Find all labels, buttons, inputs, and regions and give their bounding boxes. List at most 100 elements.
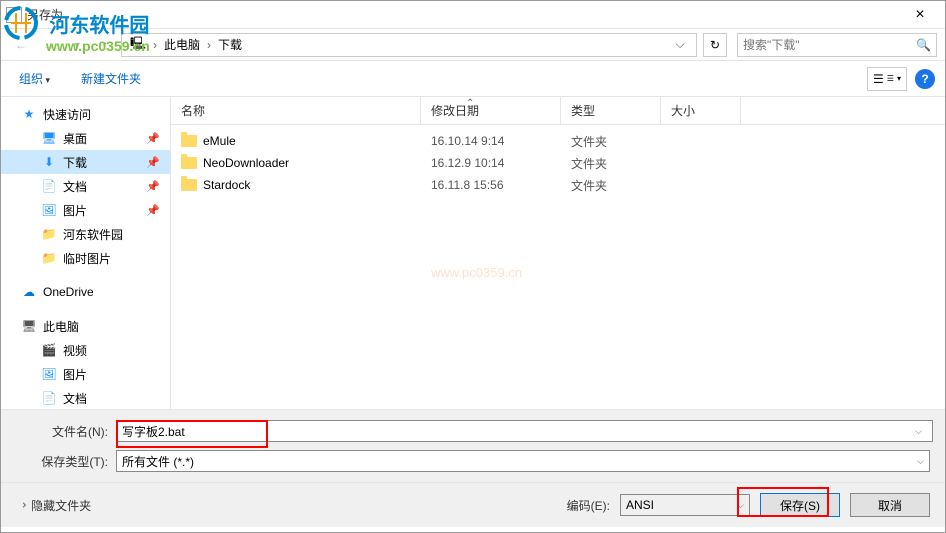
sidebar-docs2[interactable]: 📄 文档 [1, 386, 170, 409]
new-folder-button[interactable]: 新建文件夹 [73, 66, 149, 91]
sidebar-documents[interactable]: 📄 文档 📌 [1, 174, 170, 198]
sidebar-hedong[interactable]: 📁 河东软件园 [1, 222, 170, 246]
sidebar: ★ 快速访问 🖥 桌面 📌 ⬇ 下载 📌 📄 文档 📌 🖼 图片 📌 📁 河东软… [1, 97, 171, 409]
file-list-header: 名称 ⌃ 修改日期 类型 大小 [171, 97, 945, 125]
filetype-select[interactable]: 所有文件 (*.*) ⌵ [116, 450, 930, 472]
refresh-button[interactable]: ↻ [703, 33, 727, 57]
file-list-area: 名称 ⌃ 修改日期 类型 大小 eMule 16.10.14 9:14 文件夹 … [171, 97, 945, 409]
sidebar-onedrive[interactable]: ☁ OneDrive [1, 280, 170, 304]
sidebar-item-label: 桌面 [63, 130, 87, 147]
dropdown-icon: ⌵ [737, 500, 744, 511]
breadcrumb-downloads[interactable]: 下载 [215, 36, 245, 53]
sidebar-item-label: 快速访问 [43, 106, 91, 123]
file-name: Stardock [203, 178, 250, 192]
sidebar-quick-access[interactable]: ★ 快速访问 [1, 102, 170, 126]
sidebar-item-label: 文档 [63, 390, 87, 407]
help-button[interactable]: ? [915, 69, 935, 89]
encoding-label: 编码(E): [567, 497, 610, 514]
sidebar-pics2[interactable]: 🖼 图片 [1, 362, 170, 386]
file-date: 16.10.14 9:14 [421, 134, 561, 148]
cancel-button[interactable]: 取消 [850, 493, 930, 517]
search-input[interactable] [743, 38, 916, 52]
sidebar-thispc[interactable]: 🖥 此电脑 [1, 314, 170, 338]
pin-icon: 📌 [146, 204, 160, 217]
sidebar-pictures[interactable]: 🖼 图片 📌 [1, 198, 170, 222]
folder-icon: 📁 [41, 226, 57, 242]
close-button[interactable]: × [900, 2, 940, 28]
column-date[interactable]: 修改日期 [421, 97, 561, 124]
nav-up-button[interactable]: ↑ [93, 33, 117, 57]
save-button[interactable]: 保存(S) [760, 493, 840, 517]
breadcrumb-dropdown[interactable]: ⌵ [669, 34, 691, 56]
sidebar-item-label: 河东软件园 [63, 226, 123, 243]
column-size[interactable]: 大小 [661, 97, 741, 124]
encoding-value: ANSI [626, 498, 654, 512]
pin-icon: 📌 [146, 156, 160, 169]
encoding-select[interactable]: ANSI ⌵ [620, 494, 750, 516]
star-icon: ★ [21, 106, 37, 122]
desktop-icon: 🖥 [41, 130, 57, 146]
sidebar-downloads[interactable]: ⬇ 下载 📌 [1, 150, 170, 174]
document-icon: 📄 [41, 178, 57, 194]
sidebar-temppics[interactable]: 📁 临时图片 [1, 246, 170, 270]
dropdown-icon[interactable]: ⌵ [915, 426, 922, 437]
file-name: eMule [203, 134, 236, 148]
nav-back-button[interactable]: ← [9, 33, 33, 57]
file-date: 16.11.8 15:56 [421, 178, 561, 192]
file-date: 16.12.9 10:14 [421, 156, 561, 170]
sidebar-item-label: 此电脑 [43, 318, 79, 335]
titlebar: 另存为 × [1, 1, 945, 29]
toolbar: 组织 新建文件夹 ☰☰▾ ? [1, 61, 945, 97]
search-icon[interactable]: 🔍 [916, 38, 931, 52]
filetype-value: 所有文件 (*.*) [122, 453, 194, 470]
folder-icon [181, 179, 197, 191]
list-item[interactable]: NeoDownloader 16.12.9 10:14 文件夹 [171, 152, 945, 174]
sidebar-item-label: 视频 [63, 342, 87, 359]
sidebar-item-label: 文档 [63, 178, 87, 195]
organize-button[interactable]: 组织 [11, 66, 58, 91]
list-item[interactable]: Stardock 16.11.8 15:56 文件夹 [171, 174, 945, 196]
picture-icon: 🖼 [41, 202, 57, 218]
sidebar-item-label: OneDrive [43, 285, 94, 299]
dropdown-icon: ⌵ [917, 456, 924, 467]
sidebar-item-label: 图片 [63, 366, 87, 383]
sidebar-desktop[interactable]: 🖥 桌面 📌 [1, 126, 170, 150]
pin-icon: 📌 [146, 180, 160, 193]
filename-input[interactable] [116, 420, 933, 442]
sort-indicator-icon: ⌃ [466, 98, 474, 109]
file-list-body[interactable]: eMule 16.10.14 9:14 文件夹 NeoDownloader 16… [171, 125, 945, 409]
search-box[interactable]: 🔍 [737, 33, 937, 57]
column-name[interactable]: 名称 [171, 97, 421, 124]
filename-label: 文件名(N): [16, 423, 116, 440]
list-item[interactable]: eMule 16.10.14 9:14 文件夹 [171, 130, 945, 152]
address-bar: ← → ▾ ↑ 🖳 › 此电脑 › 下载 ⌵ ↻ 🔍 [1, 29, 945, 61]
pc-icon: 🖥 [21, 318, 37, 334]
hide-folders-link[interactable]: 隐藏文件夹 [31, 497, 91, 514]
view-button[interactable]: ☰☰▾ [867, 67, 907, 91]
sidebar-video[interactable]: 🎬 视频 [1, 338, 170, 362]
file-name: NeoDownloader [203, 156, 289, 170]
center-watermark: www.pc0359.cn [431, 265, 522, 280]
expand-icon[interactable]: ⌃ [14, 500, 28, 510]
file-type: 文件夹 [561, 133, 661, 150]
onedrive-icon: ☁ [21, 284, 37, 300]
filetype-label: 保存类型(T): [16, 453, 116, 470]
footer: ⌃ 隐藏文件夹 编码(E): ANSI ⌵ 保存(S) 取消 [1, 482, 945, 527]
file-type: 文件夹 [561, 155, 661, 172]
folder-icon [181, 157, 197, 169]
picture-icon: 🖼 [41, 366, 57, 382]
sidebar-item-label: 临时图片 [63, 250, 111, 267]
video-icon: 🎬 [41, 342, 57, 358]
pin-icon: 📌 [146, 132, 160, 145]
sidebar-item-label: 图片 [63, 202, 87, 219]
download-icon: ⬇ [41, 154, 57, 170]
breadcrumb-thispc[interactable]: 此电脑 [161, 36, 203, 53]
sidebar-item-label: 下载 [63, 154, 87, 171]
window-title: 另存为 [27, 6, 63, 23]
bottom-inputs: 文件名(N): ⌵ 保存类型(T): 所有文件 (*.*) ⌵ [1, 409, 945, 482]
nav-forward-button[interactable]: → [37, 33, 61, 57]
nav-recent-button[interactable]: ▾ [65, 33, 89, 57]
file-type: 文件夹 [561, 177, 661, 194]
breadcrumb-bar[interactable]: 🖳 › 此电脑 › 下载 ⌵ [121, 33, 697, 57]
column-type[interactable]: 类型 [561, 97, 661, 124]
